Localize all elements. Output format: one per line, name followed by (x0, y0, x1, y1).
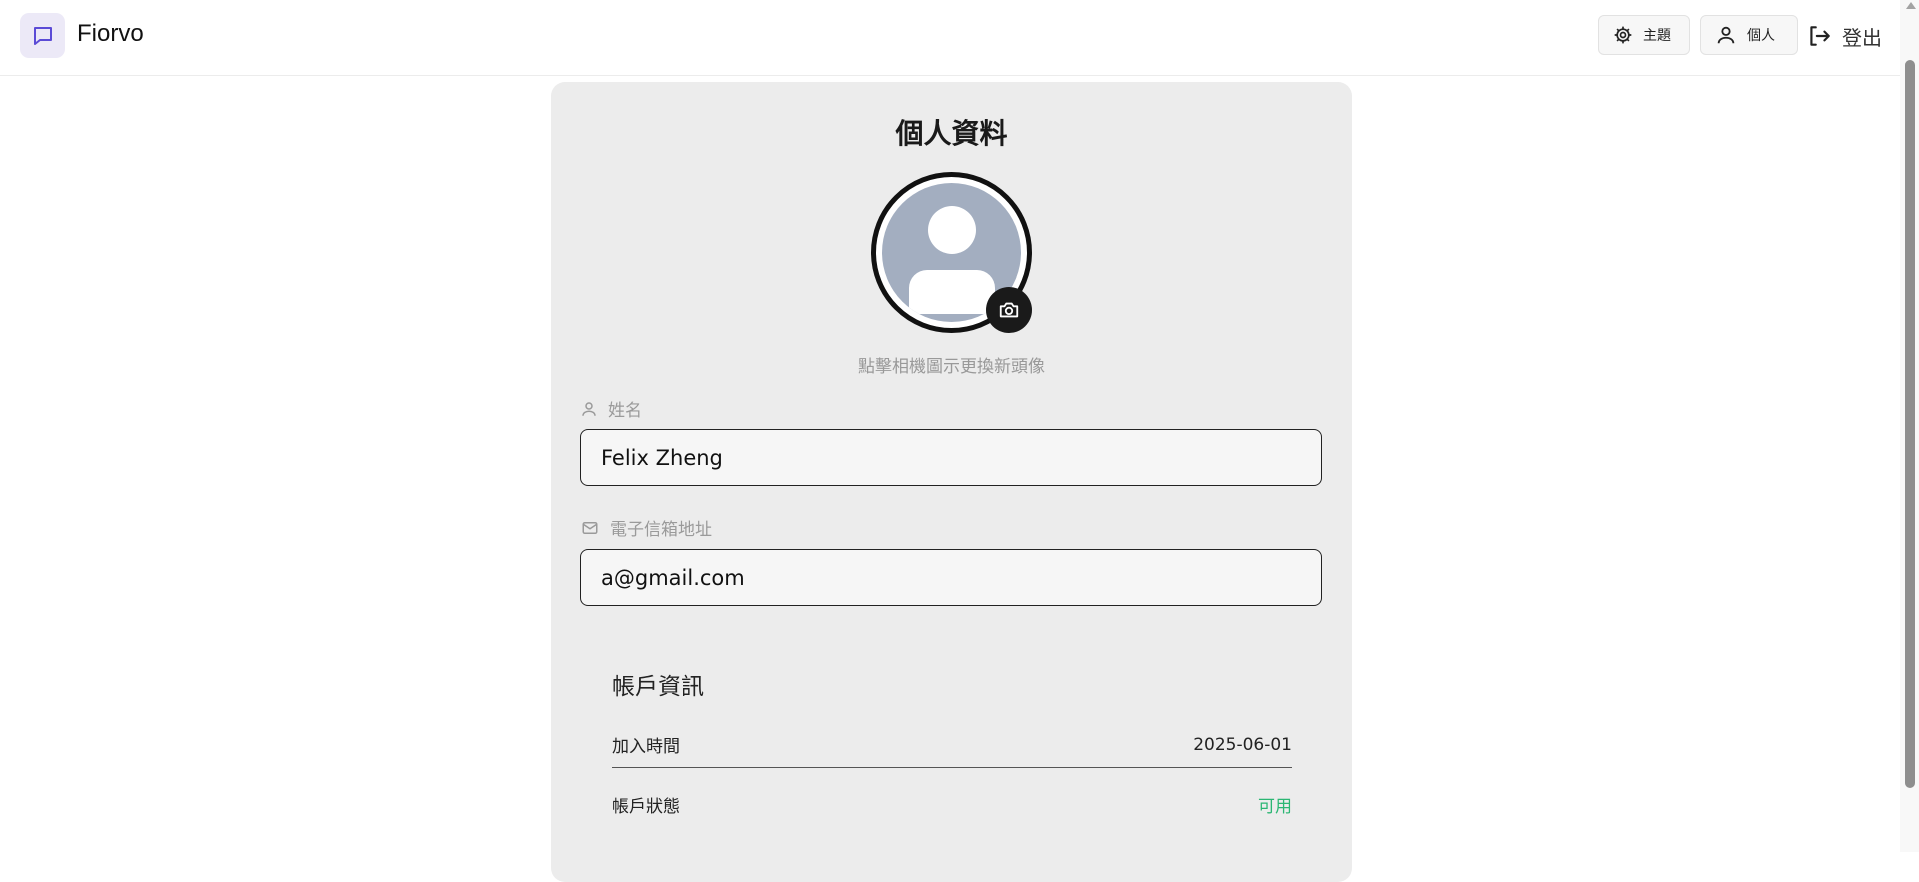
email-label-text: 電子信箱地址 (610, 520, 712, 540)
logout-icon (1810, 26, 1830, 46)
app-logo[interactable] (20, 13, 65, 58)
logout-label: 登出 (1842, 25, 1882, 50)
status-badge: 可用 (1258, 796, 1292, 817)
brand-name: Fiorvo (77, 20, 144, 47)
scrollbar-thumb[interactable] (1905, 60, 1915, 788)
avatar-body (909, 270, 995, 314)
scroll-up-arrow[interactable] (1906, 2, 1916, 9)
camera-icon (999, 302, 1019, 318)
name-label: 姓名 (580, 396, 642, 421)
theme-button-label: 主題 (1643, 28, 1671, 44)
profile-button-label: 個人 (1747, 28, 1775, 44)
name-field[interactable] (580, 429, 1322, 486)
avatar-hint: 點擊相機圖示更換新頭像 (858, 357, 1045, 377)
theme-button[interactable]: 主題 (1598, 15, 1690, 55)
page-title: 個人資料 (895, 117, 1008, 150)
profile-card: 個人資料 點擊相機圖示更換新頭像 姓名 電子信箱地址 帳戶資訊 加入時間 202… (551, 82, 1352, 882)
name-label-text: 姓名 (608, 401, 642, 421)
account-info-title: 帳戶資訊 (612, 674, 704, 700)
join-date-row: 加入時間 2025-06-01 (612, 722, 1292, 768)
join-date-label: 加入時間 (612, 737, 680, 757)
profile-button[interactable]: 個人 (1700, 15, 1798, 55)
mail-icon (582, 521, 598, 534)
join-date-value: 2025-06-01 (1193, 734, 1292, 755)
account-status-label: 帳戶狀態 (612, 796, 680, 817)
avatar-head (928, 206, 976, 254)
account-status-row: 帳戶狀態 可用 (612, 784, 1292, 824)
logout-button[interactable]: 登出 (1806, 20, 1882, 52)
email-field[interactable] (580, 549, 1322, 606)
gear-icon (1614, 26, 1632, 44)
email-label: 電子信箱地址 (580, 515, 712, 540)
user-icon (582, 401, 596, 416)
top-header: Fiorvo 主題 個人 登出 (0, 0, 1900, 76)
change-avatar-button[interactable] (986, 287, 1032, 333)
chat-bubble-icon (33, 26, 52, 45)
user-icon (1717, 26, 1735, 44)
